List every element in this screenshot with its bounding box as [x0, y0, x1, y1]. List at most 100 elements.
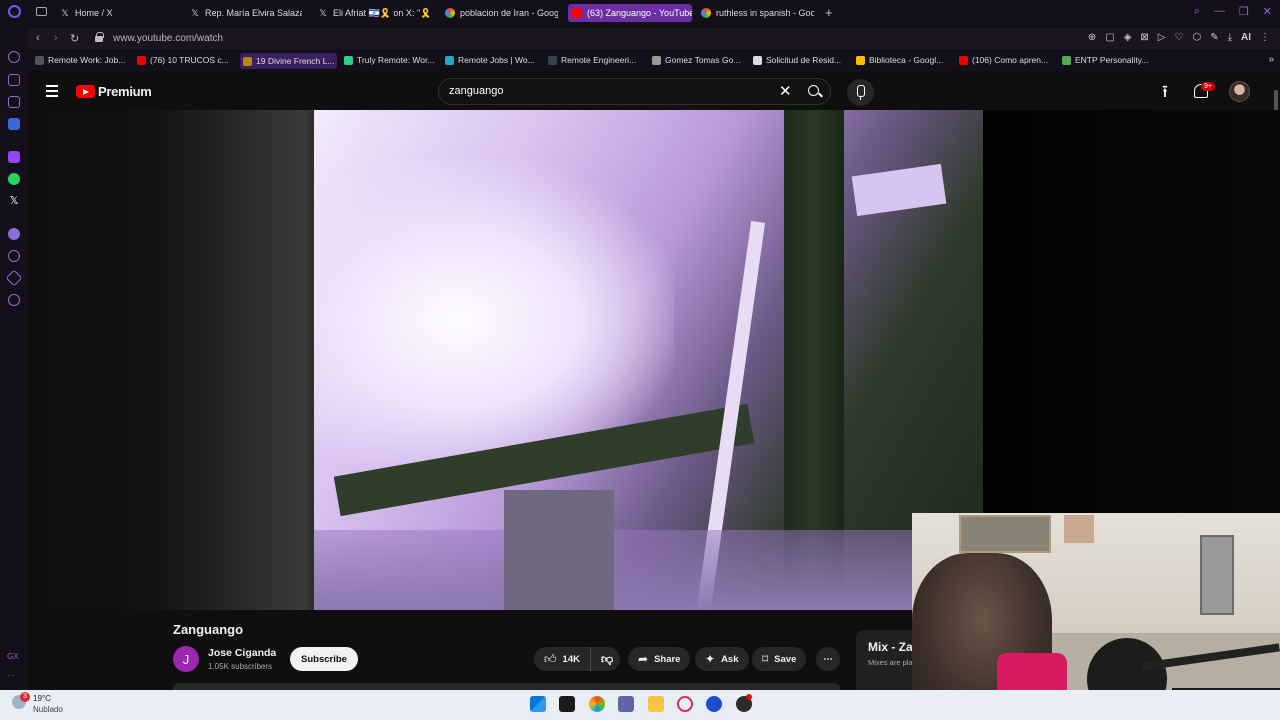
- like-count: 14K: [562, 653, 580, 665]
- opera-icon[interactable]: [677, 696, 693, 712]
- save-button[interactable]: ⌑ Save: [752, 647, 807, 671]
- browser-tab[interactable]: 𝕏 Eli Afriat 🇮🇱🎗️ on X: "🎗️BR: [318, 4, 430, 22]
- search-input[interactable]: [449, 85, 769, 97]
- task-view-icon[interactable]: [559, 696, 575, 712]
- bookmark-label: (106) Como apren...: [972, 55, 1049, 65]
- browser-tab[interactable]: 𝕏 Rep. María Elvira Salazar: [190, 4, 302, 22]
- messenger-icon[interactable]: [8, 118, 20, 130]
- download-icon[interactable]: ⤓: [1228, 32, 1232, 43]
- youtube-logo[interactable]: Premium: [76, 84, 152, 99]
- search-box: ✕: [438, 78, 831, 105]
- ai-icon[interactable]: AI: [1241, 32, 1251, 43]
- whatsapp-icon[interactable]: [8, 173, 20, 185]
- weather-temperature[interactable]: 19°C: [33, 694, 51, 703]
- close-window-icon[interactable]: ✕: [1263, 5, 1272, 18]
- extensions-sidebar-icon[interactable]: [5, 269, 23, 287]
- upload-icon[interactable]: ⭱: [1162, 83, 1168, 100]
- bookmark-item[interactable]: Solicitud de Resid...: [753, 55, 841, 65]
- subscriber-count: 1.05K subscribers: [208, 662, 273, 671]
- snapshot-icon[interactable]: ▢: [1105, 32, 1114, 43]
- music-player-icon[interactable]: [8, 228, 20, 240]
- bookmark-item[interactable]: Truly Remote: Wor...: [344, 55, 434, 65]
- more-bookmarks-icon[interactable]: »: [1268, 54, 1274, 65]
- url-field[interactable]: www.youtube.com/watch: [113, 33, 223, 44]
- bookmark-item[interactable]: Biblioteca - Googl...: [856, 55, 943, 65]
- more-sidebar-icon[interactable]: ···: [7, 671, 15, 680]
- new-tab-button[interactable]: +: [825, 5, 833, 20]
- teams-icon[interactable]: [618, 696, 634, 712]
- bookmark-item[interactable]: Remote Engineeri...: [548, 55, 636, 65]
- ask-button[interactable]: ✦ Ask: [695, 647, 749, 671]
- browser-tab[interactable]: 𝕏 Home / X: [60, 4, 130, 22]
- like-button[interactable]: 👍︎ 14K: [534, 647, 591, 671]
- weather-condition[interactable]: Nublado: [33, 705, 63, 714]
- gx-label[interactable]: GX: [7, 652, 19, 661]
- x-twitter-icon[interactable]: 𝕏: [8, 195, 20, 207]
- bookmark-label: Remote Work: Job...: [48, 55, 126, 65]
- lock-icon[interactable]: [95, 32, 104, 42]
- google-icon: [445, 8, 455, 18]
- back-button[interactable]: ‹: [36, 32, 40, 44]
- description-box[interactable]: [173, 683, 840, 690]
- x-icon: 𝕏: [61, 7, 69, 18]
- subscribe-button[interactable]: Subscribe: [290, 647, 358, 671]
- app-icon[interactable]: [706, 696, 722, 712]
- channel-name[interactable]: Jose Ciganda: [208, 647, 276, 659]
- x-icon: 𝕏: [319, 7, 327, 18]
- window-controls: ⌕ — ❐ ✕: [1194, 5, 1272, 18]
- camera-icon[interactable]: ⊠: [1140, 32, 1148, 43]
- browser-tab[interactable]: ruthless in spanish - Google: [701, 4, 814, 22]
- bookmark-item[interactable]: (76) 10 TRUCOS c...: [137, 55, 229, 65]
- settings-gear-icon[interactable]: [8, 294, 20, 306]
- extensions-icon[interactable]: ✎: [1210, 32, 1218, 43]
- microphone-icon[interactable]: [847, 79, 874, 106]
- play-icon[interactable]: ▷: [1158, 32, 1166, 43]
- shield-icon[interactable]: ◈: [1124, 32, 1132, 43]
- bookmark-item[interactable]: Remote Work: Job...: [35, 55, 125, 65]
- mix-playlist-card[interactable]: Mix - Za Mixes are pla: [856, 630, 916, 690]
- thumbs-down-icon[interactable]: 👎︎: [591, 652, 623, 667]
- clear-search-icon[interactable]: ✕: [779, 82, 792, 100]
- speed-dial-icon[interactable]: [8, 51, 20, 63]
- opera-gx-logo-icon[interactable]: [8, 5, 21, 18]
- browser-tab[interactable]: (63) Zanguango - YouTube: [568, 4, 692, 22]
- gx-control-icon[interactable]: [8, 96, 20, 108]
- hamburger-menu-icon[interactable]: [46, 85, 58, 100]
- more-actions-icon[interactable]: ⋯: [816, 647, 840, 671]
- thumbs-up-icon: 👍︎: [544, 651, 557, 666]
- reload-button[interactable]: ↻: [70, 32, 79, 45]
- maximize-icon[interactable]: ❐: [1239, 5, 1249, 18]
- bookmark-favicon-icon: [753, 55, 762, 65]
- search-icon[interactable]: [807, 84, 823, 100]
- heart-icon[interactable]: ♡: [1174, 32, 1183, 43]
- history-icon[interactable]: [8, 250, 20, 262]
- cube-icon[interactable]: ⬡: [1192, 32, 1201, 43]
- browser-tab[interactable]: poblacion de Iran - Google: [445, 4, 558, 22]
- file-explorer-icon[interactable]: [648, 696, 664, 712]
- browser-tab-label: poblacion de Iran - Google: [460, 8, 558, 18]
- youtube-icon: [572, 8, 582, 18]
- copilot-icon[interactable]: [589, 696, 605, 712]
- channel-avatar[interactable]: J: [173, 646, 199, 672]
- pin-icon[interactable]: ⊕: [1088, 32, 1096, 43]
- bookmark-item[interactable]: ENTP Personality...: [1062, 55, 1148, 65]
- menu-icon[interactable]: ⋮: [1260, 32, 1270, 43]
- user-avatar[interactable]: [1229, 81, 1250, 102]
- windows-start-icon[interactable]: [530, 696, 546, 712]
- bookmark-item[interactable]: 19 Divine French L...: [240, 53, 338, 69]
- share-button[interactable]: ➦ Share: [628, 647, 691, 671]
- twitch-icon[interactable]: [8, 151, 20, 163]
- windows-taskbar: 3 19°C Nublado: [0, 690, 1280, 720]
- bookmark-label: 19 Divine French L...: [256, 56, 335, 66]
- tab-sidebar-icon[interactable]: [36, 7, 47, 16]
- bookmark-item[interactable]: (106) Como apren...: [959, 55, 1048, 65]
- video-frame-floor: [314, 530, 983, 610]
- bookmark-favicon-icon: [959, 55, 968, 65]
- bookmark-item[interactable]: Gomez Tomas Go...: [652, 55, 740, 65]
- bookmark-item[interactable]: Remote Jobs | Wo...: [445, 55, 535, 65]
- forward-button[interactable]: ›: [54, 32, 58, 44]
- video-player[interactable]: [314, 110, 983, 610]
- search-tabs-icon[interactable]: ⌕: [1194, 5, 1200, 18]
- gx-corner-icon[interactable]: [8, 74, 20, 86]
- minimize-icon[interactable]: —: [1214, 5, 1225, 18]
